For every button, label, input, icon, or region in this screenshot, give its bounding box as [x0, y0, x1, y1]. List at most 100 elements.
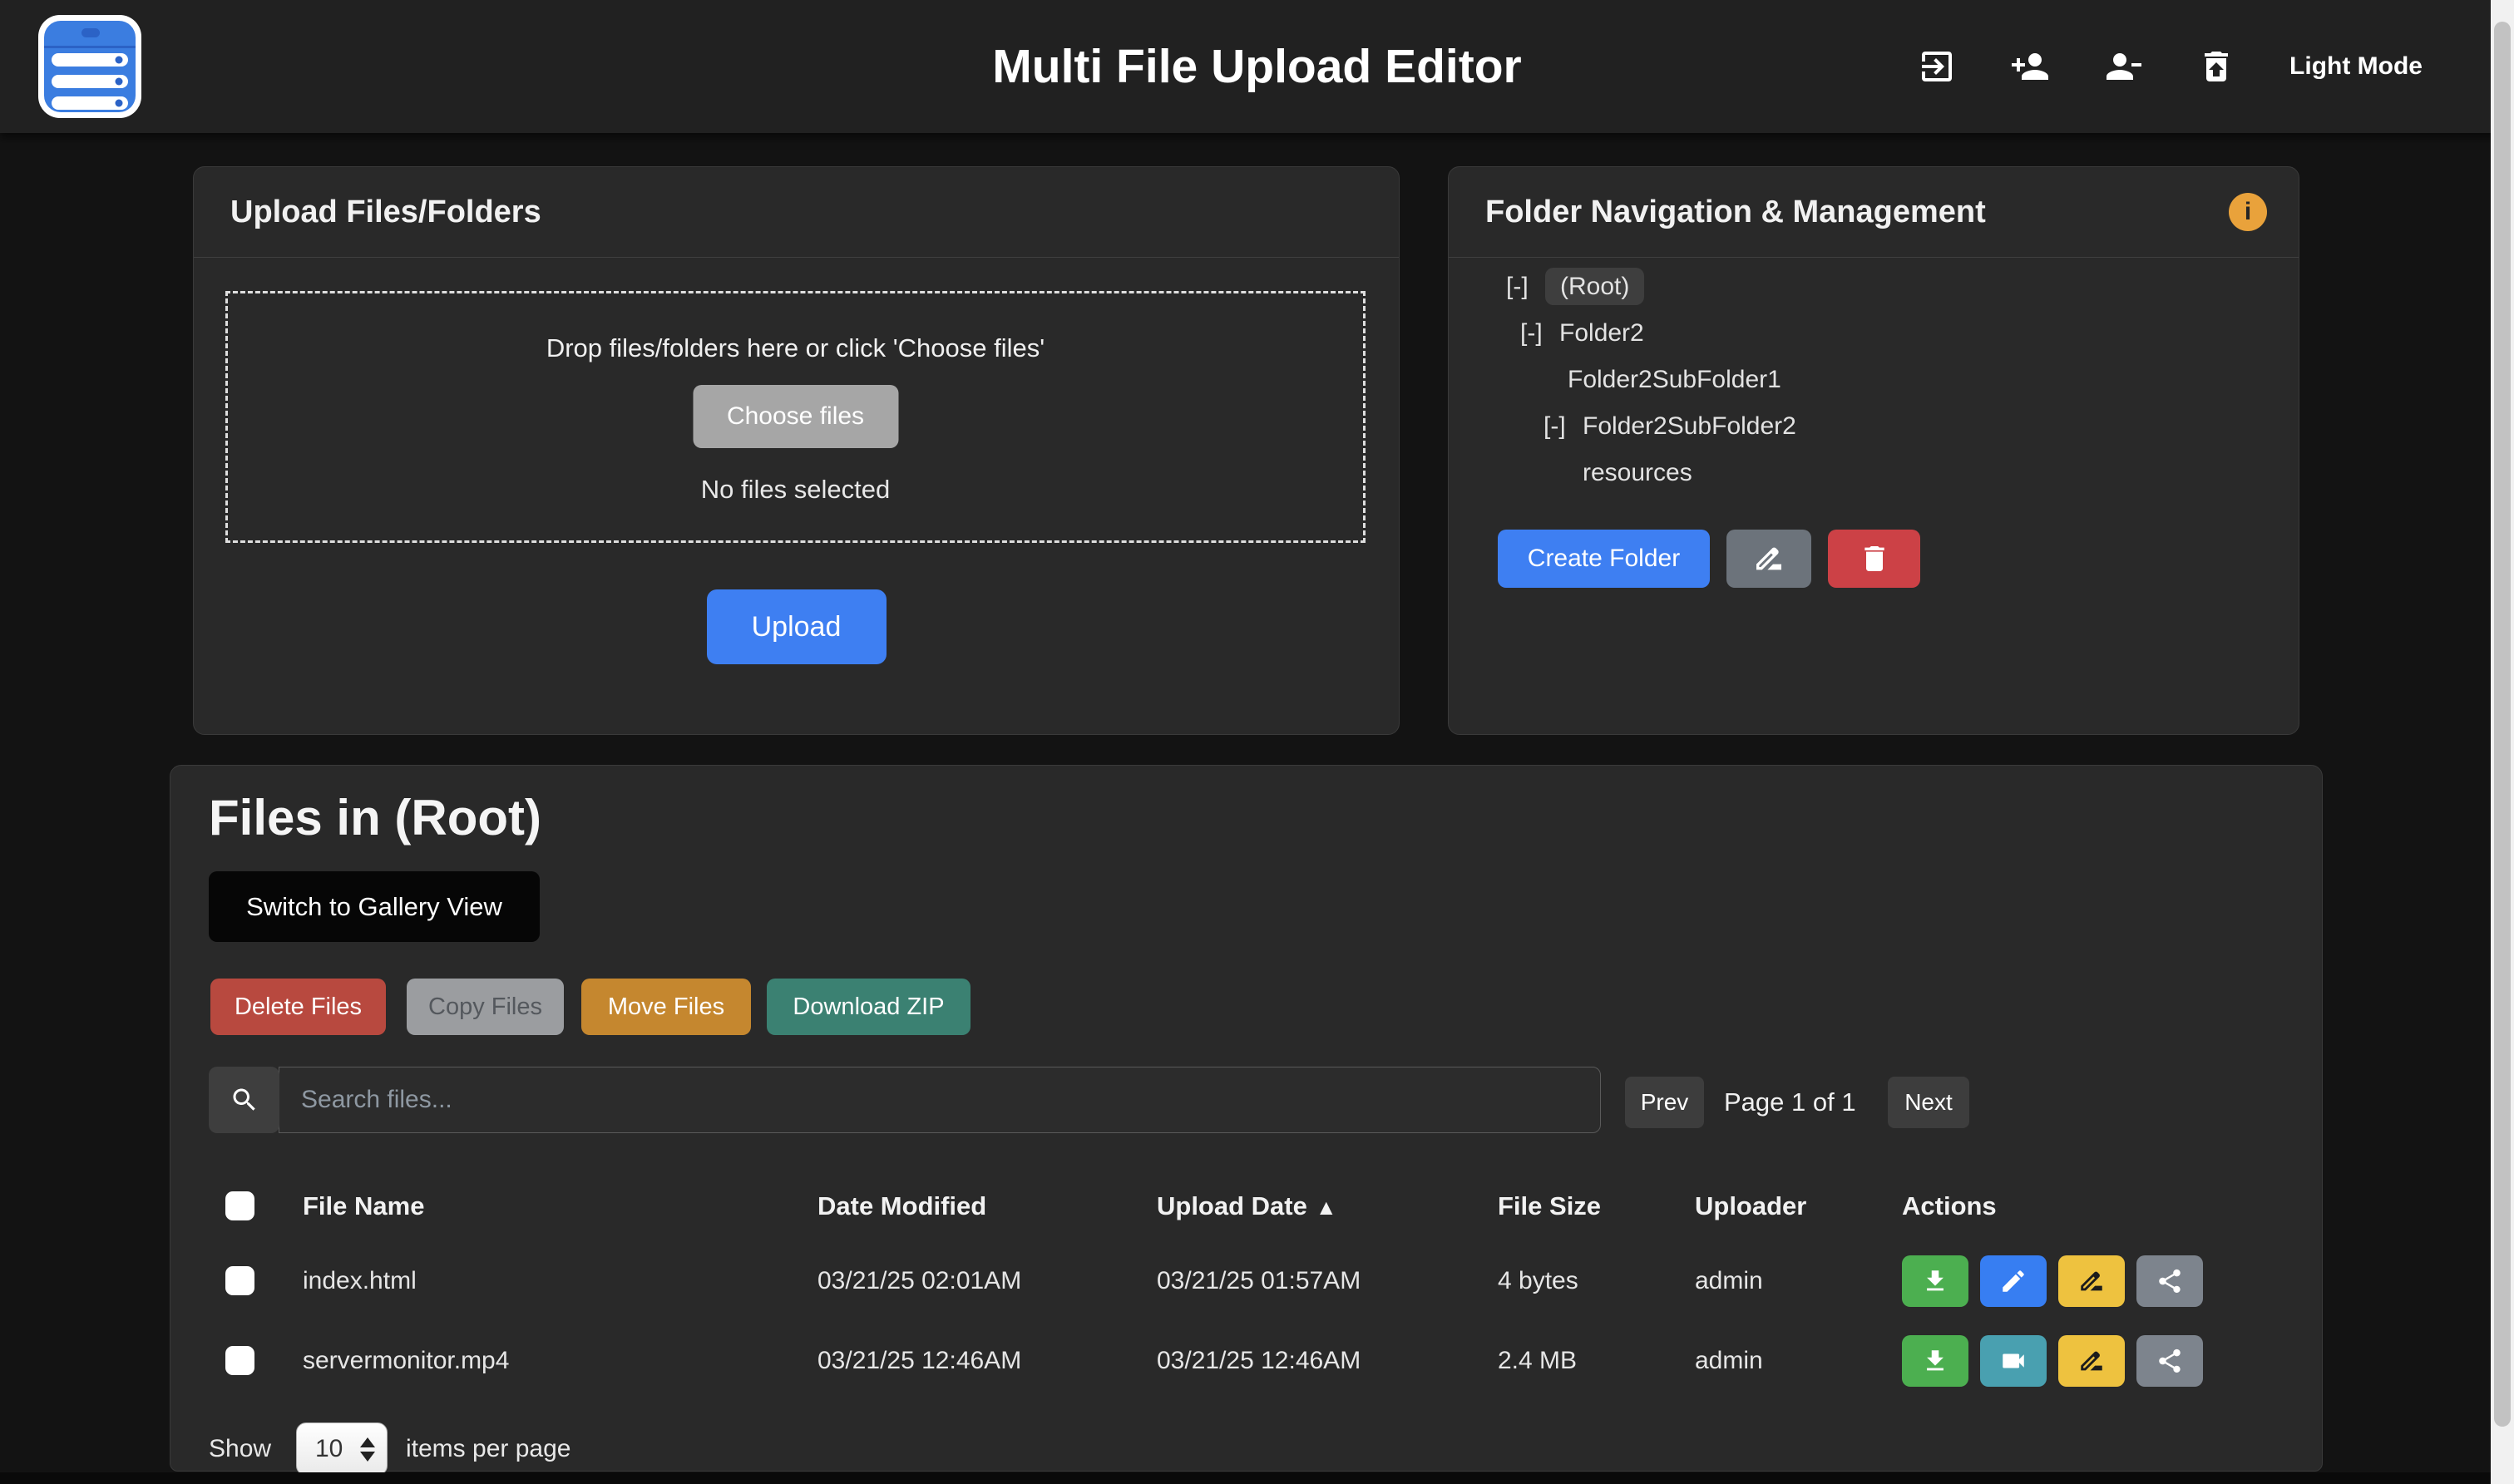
share-button[interactable]	[2136, 1255, 2203, 1307]
light-mode-toggle[interactable]: Light Mode	[2289, 52, 2423, 81]
search-icon-box	[209, 1067, 279, 1133]
header-uploader[interactable]: Uploader	[1695, 1181, 1806, 1231]
search-bar	[209, 1067, 1601, 1133]
file-size-cell: 2.4 MB	[1498, 1321, 1577, 1401]
upload-panel-header: Upload Files/Folders	[194, 167, 1399, 258]
items-per-page-label: items per page	[406, 1422, 570, 1476]
folder-panel-header: Folder Navigation & Management i	[1449, 167, 2299, 258]
sort-ascending-icon: ▲	[1316, 1182, 1337, 1232]
video-camera-icon	[1999, 1347, 2027, 1375]
date-modified-cell: 03/21/25 02:01AM	[817, 1241, 1021, 1321]
header-upload-date[interactable]: Upload Date ▲	[1157, 1181, 1337, 1232]
topbar-actions: Light Mode	[1917, 0, 2423, 133]
share-icon	[2156, 1347, 2184, 1375]
search-input[interactable]	[279, 1067, 1601, 1133]
upload-panel-title: Upload Files/Folders	[230, 167, 541, 257]
header-date-modified[interactable]: Date Modified	[817, 1181, 986, 1231]
share-icon	[2156, 1267, 2184, 1295]
rename-folder-button[interactable]	[1726, 530, 1811, 588]
tree-label[interactable]: Folder2	[1559, 319, 1644, 347]
row-checkbox[interactable]	[225, 1266, 254, 1295]
scrollbar-thumb[interactable]	[2494, 22, 2511, 1427]
choose-files-button[interactable]: Choose files	[693, 385, 898, 448]
tree-label[interactable]: Folder2SubFolder1	[1568, 366, 1781, 393]
show-label: Show	[209, 1422, 271, 1476]
upload-date-cell: 03/21/25 01:57AM	[1157, 1241, 1361, 1321]
folder-tree: [-] (Root) [-] Folder2 Folder2SubFolder1…	[1449, 264, 2299, 496]
top-bar: Multi File Upload Editor Light Mode	[0, 0, 2514, 133]
files-section-title: Files in (Root)	[209, 789, 541, 846]
file-name-cell: index.html	[303, 1241, 417, 1321]
upload-date-cell: 03/21/25 12:46AM	[1157, 1321, 1361, 1401]
info-icon[interactable]: i	[2229, 193, 2267, 231]
rename-icon	[2077, 1347, 2106, 1375]
tree-item-folder2subfolder2[interactable]: [-] Folder2SubFolder2	[1449, 403, 2299, 450]
folder-actions: Create Folder	[1498, 530, 1920, 588]
no-files-text: No files selected	[228, 475, 1363, 505]
upload-panel: Upload Files/Folders Drop files/folders …	[193, 166, 1400, 735]
next-page-button[interactable]: Next	[1888, 1077, 1969, 1128]
prev-page-button[interactable]: Prev	[1625, 1077, 1704, 1128]
switch-view-button[interactable]: Switch to Gallery View	[209, 871, 540, 942]
tree-toggle[interactable]: [-]	[1506, 264, 1529, 310]
header-file-name[interactable]: File Name	[303, 1181, 424, 1231]
search-icon	[230, 1085, 259, 1115]
select-all-checkbox[interactable]	[225, 1191, 254, 1220]
rename-file-button[interactable]	[2058, 1335, 2125, 1387]
row-checkbox[interactable]	[225, 1346, 254, 1375]
rename-file-button[interactable]	[2058, 1255, 2125, 1307]
stepper-arrows-icon[interactable]	[360, 1437, 387, 1462]
download-zip-button[interactable]: Download ZIP	[767, 979, 971, 1035]
uploader-cell: admin	[1695, 1321, 1763, 1401]
header-actions: Actions	[1902, 1181, 1997, 1231]
remove-user-icon[interactable]	[2103, 47, 2143, 86]
download-icon	[1921, 1267, 1949, 1295]
tree-label[interactable]: Folder2SubFolder2	[1583, 412, 1796, 440]
play-video-button[interactable]	[1980, 1335, 2047, 1387]
tree-label[interactable]: resources	[1583, 459, 1692, 486]
header-file-size[interactable]: File Size	[1498, 1181, 1601, 1231]
tree-toggle[interactable]: [-]	[1520, 310, 1543, 357]
create-folder-button[interactable]: Create Folder	[1498, 530, 1710, 588]
page-size-value: 10	[297, 1435, 360, 1463]
delete-folder-button[interactable]	[1828, 530, 1920, 588]
tree-item-folder2[interactable]: [-] Folder2	[1449, 310, 2299, 357]
file-size-cell: 4 bytes	[1498, 1241, 1578, 1321]
add-user-icon[interactable]	[2010, 47, 2050, 86]
files-panel: Files in (Root) Switch to Gallery View D…	[170, 765, 2323, 1472]
copy-files-button[interactable]: Copy Files	[407, 979, 564, 1035]
app-logo-icon[interactable]	[38, 15, 141, 118]
tree-label-selected[interactable]: (Root)	[1545, 268, 1644, 305]
viewport-bottom-edge	[0, 1472, 2491, 1484]
delete-files-button[interactable]: Delete Files	[210, 979, 386, 1035]
uploader-cell: admin	[1695, 1241, 1763, 1321]
tree-toggle[interactable]: [-]	[1543, 403, 1566, 450]
folder-panel: Folder Navigation & Management i [-] (Ro…	[1448, 166, 2299, 735]
page-indicator: Page 1 of 1	[1724, 1077, 1856, 1128]
date-modified-cell: 03/21/25 12:46AM	[817, 1321, 1021, 1401]
file-name-cell: servermonitor.mp4	[303, 1321, 509, 1401]
download-icon	[1921, 1347, 1949, 1375]
tree-item-resources[interactable]: resources	[1449, 450, 2299, 496]
download-button[interactable]	[1902, 1255, 1968, 1307]
download-button[interactable]	[1902, 1335, 1968, 1387]
page-title: Multi File Upload Editor	[992, 0, 1521, 133]
move-files-button[interactable]: Move Files	[581, 979, 751, 1035]
tree-item-folder2subfolder1[interactable]: Folder2SubFolder1	[1449, 357, 2299, 403]
edit-pencil-icon	[1752, 542, 1785, 575]
app-root: Multi File Upload Editor Light Mode Uplo…	[0, 0, 2514, 1484]
logout-icon[interactable]	[1917, 47, 1957, 86]
rename-icon	[2077, 1267, 2106, 1295]
upload-button[interactable]: Upload	[707, 589, 887, 664]
tree-item-root[interactable]: [-] (Root)	[1449, 264, 2299, 310]
page-size-select[interactable]: 10	[296, 1422, 388, 1476]
header-upload-date-label: Upload Date	[1157, 1191, 1307, 1220]
dropzone-hint: Drop files/folders here or click 'Choose…	[228, 333, 1363, 363]
edit-pencil-icon	[1999, 1267, 2027, 1295]
scrollbar-track[interactable]	[2491, 0, 2514, 1484]
file-dropzone[interactable]: Drop files/folders here or click 'Choose…	[225, 291, 1366, 543]
edit-file-button[interactable]	[1980, 1255, 2047, 1307]
trash-icon	[1858, 542, 1891, 575]
share-button[interactable]	[2136, 1335, 2203, 1387]
restore-trash-icon[interactable]	[2196, 47, 2236, 86]
